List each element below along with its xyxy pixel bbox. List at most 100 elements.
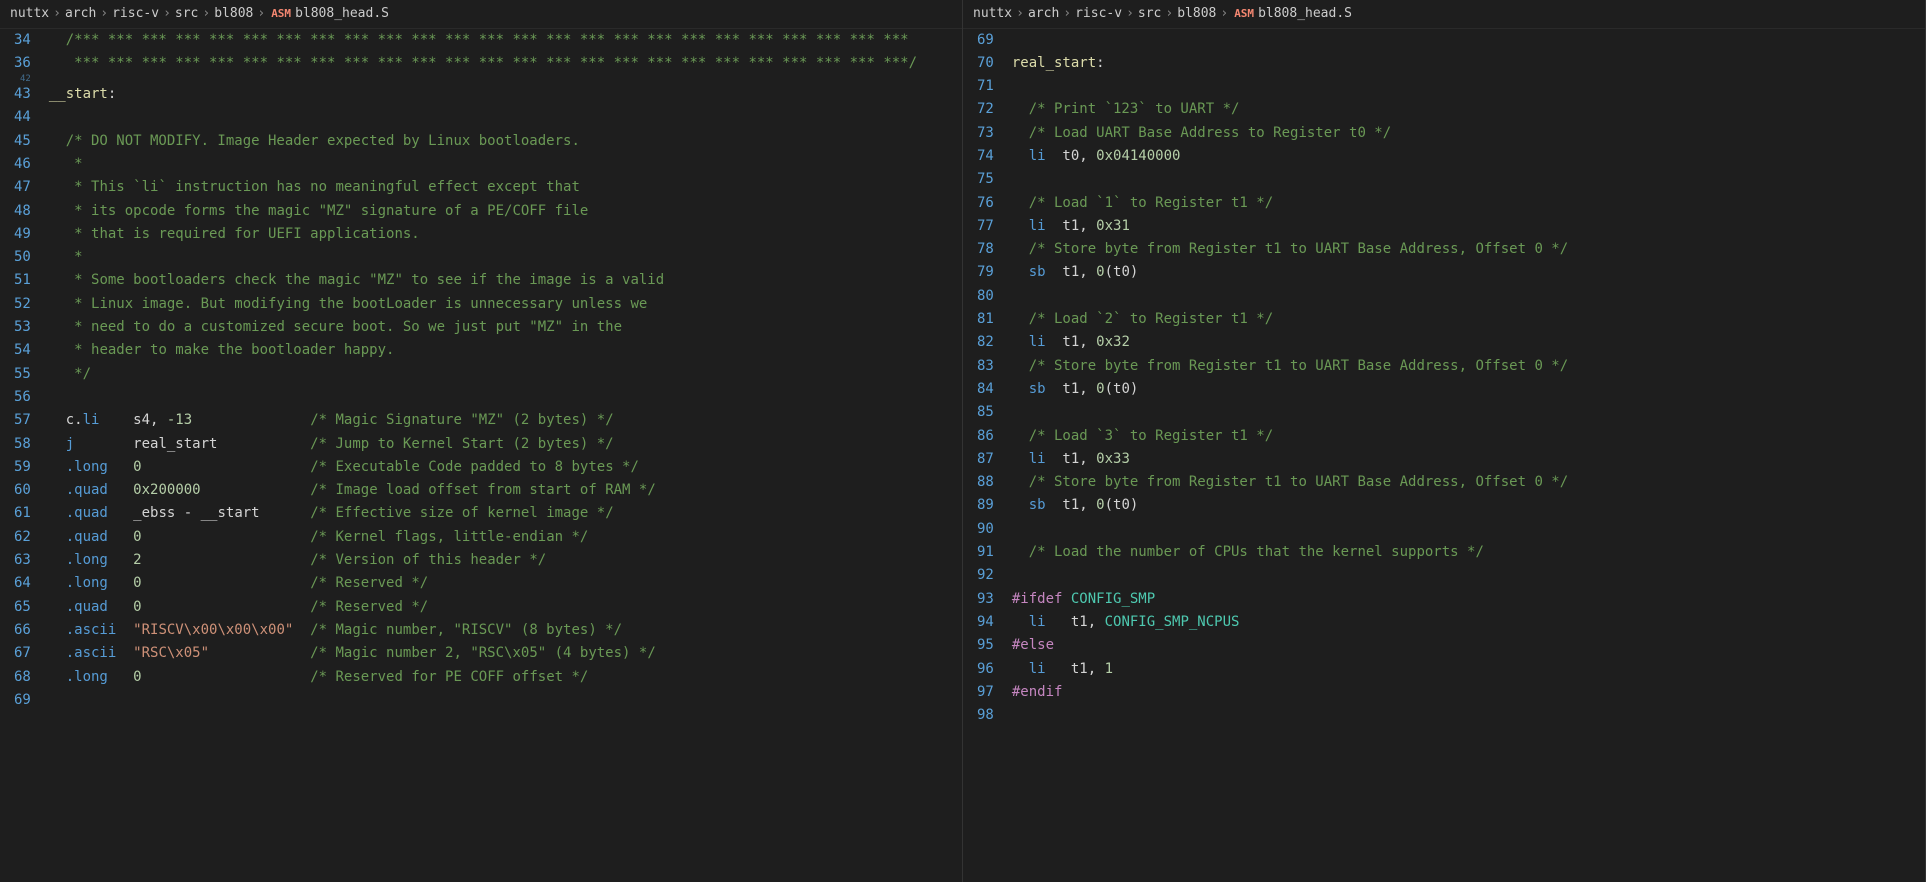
code-line[interactable] <box>49 689 962 712</box>
breadcrumb-segment[interactable]: risc-v <box>112 4 159 24</box>
line-number: 42 <box>14 75 31 83</box>
code-line[interactable]: /* Load `3` to Register t1 */ <box>1012 425 1925 448</box>
chevron-right-icon: › <box>163 4 171 24</box>
code-line[interactable]: .long 0 /* Executable Code padded to 8 b… <box>49 456 962 479</box>
code-line[interactable]: li t1, CONFIG_SMP_NCPUS <box>1012 611 1925 634</box>
code-lines-right[interactable]: real_start: /* Print `123` to UART */ /*… <box>1012 29 1925 882</box>
code-line[interactable]: /* Load `2` to Register t1 */ <box>1012 308 1925 331</box>
code-line[interactable]: #endif <box>1012 681 1925 704</box>
code-line[interactable]: c.li s4, -13 /* Magic Signature "MZ" (2 … <box>49 409 962 432</box>
code-line[interactable]: .ascii "RSC\x05" /* Magic number 2, "RSC… <box>49 642 962 665</box>
code-line[interactable]: /* Store byte from Register t1 to UART B… <box>1012 238 1925 261</box>
line-number: 98 <box>977 704 994 727</box>
line-number: 44 <box>14 106 31 129</box>
code-line[interactable]: .long 0 /* Reserved for PE COFF offset *… <box>49 666 962 689</box>
code-line[interactable]: .quad _ebss - __start /* Effective size … <box>49 502 962 525</box>
breadcrumb-file[interactable]: bl808_head.S <box>1258 4 1352 24</box>
code-line[interactable]: /* Load the number of CPUs that the kern… <box>1012 541 1925 564</box>
code-line[interactable]: j real_start /* Jump to Kernel Start (2 … <box>49 433 962 456</box>
line-number: 75 <box>977 168 994 191</box>
code-line[interactable] <box>49 106 962 129</box>
line-number: 80 <box>977 285 994 308</box>
chevron-right-icon: › <box>1063 4 1071 24</box>
chevron-right-icon: › <box>1165 4 1173 24</box>
line-number: 82 <box>977 331 994 354</box>
breadcrumb-file[interactable]: bl808_head.S <box>295 4 389 24</box>
breadcrumb-left[interactable]: nuttx› arch› risc-v› src› bl808› ASM bl8… <box>0 0 962 29</box>
code-line[interactable] <box>49 386 962 409</box>
chevron-right-icon: › <box>257 4 265 24</box>
breadcrumb-segment[interactable]: arch <box>1028 4 1059 24</box>
code-line[interactable] <box>1012 401 1925 424</box>
line-number: 64 <box>14 572 31 595</box>
line-number: 85 <box>977 401 994 424</box>
code-editor-left[interactable]: 3436424344454647484950515253545556575859… <box>0 29 962 882</box>
breadcrumb-segment[interactable]: nuttx <box>973 4 1012 24</box>
code-line[interactable]: .long 0 /* Reserved */ <box>49 572 962 595</box>
breadcrumb-segment[interactable]: bl808 <box>1177 4 1216 24</box>
line-number: 96 <box>977 658 994 681</box>
code-line[interactable]: sb t1, 0(t0) <box>1012 494 1925 517</box>
asm-file-icon: ASM <box>1234 6 1254 23</box>
code-line[interactable]: /* Store byte from Register t1 to UART B… <box>1012 355 1925 378</box>
line-number: 54 <box>14 339 31 362</box>
code-line[interactable]: */ <box>49 363 962 386</box>
code-line[interactable] <box>1012 518 1925 541</box>
code-line[interactable]: * Some bootloaders check the magic "MZ" … <box>49 269 962 292</box>
code-line[interactable]: li t1, 0x32 <box>1012 331 1925 354</box>
code-line[interactable]: #ifdef CONFIG_SMP <box>1012 588 1925 611</box>
code-editor-right[interactable]: 6970717273747576777879808182838485868788… <box>963 29 1925 882</box>
code-line[interactable]: *** *** *** *** *** *** *** *** *** *** … <box>49 52 962 75</box>
code-line[interactable] <box>1012 168 1925 191</box>
code-line[interactable]: * its opcode forms the magic "MZ" signat… <box>49 200 962 223</box>
code-line[interactable]: sb t1, 0(t0) <box>1012 378 1925 401</box>
breadcrumb-right[interactable]: nuttx› arch› risc-v› src› bl808› ASM bl8… <box>963 0 1925 29</box>
code-line[interactable]: #else <box>1012 634 1925 657</box>
code-line[interactable]: * need to do a customized secure boot. S… <box>49 316 962 339</box>
code-line[interactable]: * <box>49 246 962 269</box>
line-number: 74 <box>977 145 994 168</box>
code-line[interactable]: /* Print `123` to UART */ <box>1012 98 1925 121</box>
code-line[interactable]: .ascii "RISCV\x00\x00\x00" /* Magic numb… <box>49 619 962 642</box>
code-line[interactable]: li t1, 0x33 <box>1012 448 1925 471</box>
code-line[interactable]: * This `li` instruction has no meaningfu… <box>49 176 962 199</box>
code-line[interactable]: sb t1, 0(t0) <box>1012 261 1925 284</box>
code-line[interactable]: /*** *** *** *** *** *** *** *** *** ***… <box>49 29 962 52</box>
line-number: 70 <box>977 52 994 75</box>
line-number: 86 <box>977 425 994 448</box>
breadcrumb-segment[interactable]: bl808 <box>214 4 253 24</box>
code-line[interactable]: /* Load UART Base Address to Register t0… <box>1012 122 1925 145</box>
code-line[interactable] <box>1012 704 1925 727</box>
line-number: 84 <box>977 378 994 401</box>
code-line[interactable]: .quad 0 /* Kernel flags, little-endian *… <box>49 526 962 549</box>
line-number: 68 <box>14 666 31 689</box>
code-line[interactable]: li t1, 1 <box>1012 658 1925 681</box>
code-line[interactable]: /* Store byte from Register t1 to UART B… <box>1012 471 1925 494</box>
breadcrumb-segment[interactable]: nuttx <box>10 4 49 24</box>
code-line[interactable]: * header to make the bootloader happy. <box>49 339 962 362</box>
line-number: 76 <box>977 192 994 215</box>
code-line[interactable] <box>1012 564 1925 587</box>
breadcrumb-segment[interactable]: src <box>175 4 198 24</box>
code-line[interactable]: /* DO NOT MODIFY. Image Header expected … <box>49 130 962 153</box>
line-number: 77 <box>977 215 994 238</box>
code-line[interactable] <box>1012 75 1925 98</box>
breadcrumb-segment[interactable]: risc-v <box>1075 4 1122 24</box>
code-line[interactable]: real_start: <box>1012 52 1925 75</box>
breadcrumb-segment[interactable]: src <box>1138 4 1161 24</box>
code-line[interactable]: __start: <box>49 83 962 106</box>
code-line[interactable]: .quad 0 /* Reserved */ <box>49 596 962 619</box>
code-line[interactable]: li t1, 0x31 <box>1012 215 1925 238</box>
code-line[interactable]: .quad 0x200000 /* Image load offset from… <box>49 479 962 502</box>
code-line[interactable] <box>1012 29 1925 52</box>
code-lines-left[interactable]: /*** *** *** *** *** *** *** *** *** ***… <box>49 29 962 882</box>
code-line[interactable]: * that is required for UEFI applications… <box>49 223 962 246</box>
code-line[interactable]: .long 2 /* Version of this header */ <box>49 549 962 572</box>
breadcrumb-segment[interactable]: arch <box>65 4 96 24</box>
code-line[interactable] <box>49 75 962 83</box>
code-line[interactable] <box>1012 285 1925 308</box>
code-line[interactable]: * Linux image. But modifying the bootLoa… <box>49 293 962 316</box>
code-line[interactable]: li t0, 0x04140000 <box>1012 145 1925 168</box>
code-line[interactable]: * <box>49 153 962 176</box>
code-line[interactable]: /* Load `1` to Register t1 */ <box>1012 192 1925 215</box>
